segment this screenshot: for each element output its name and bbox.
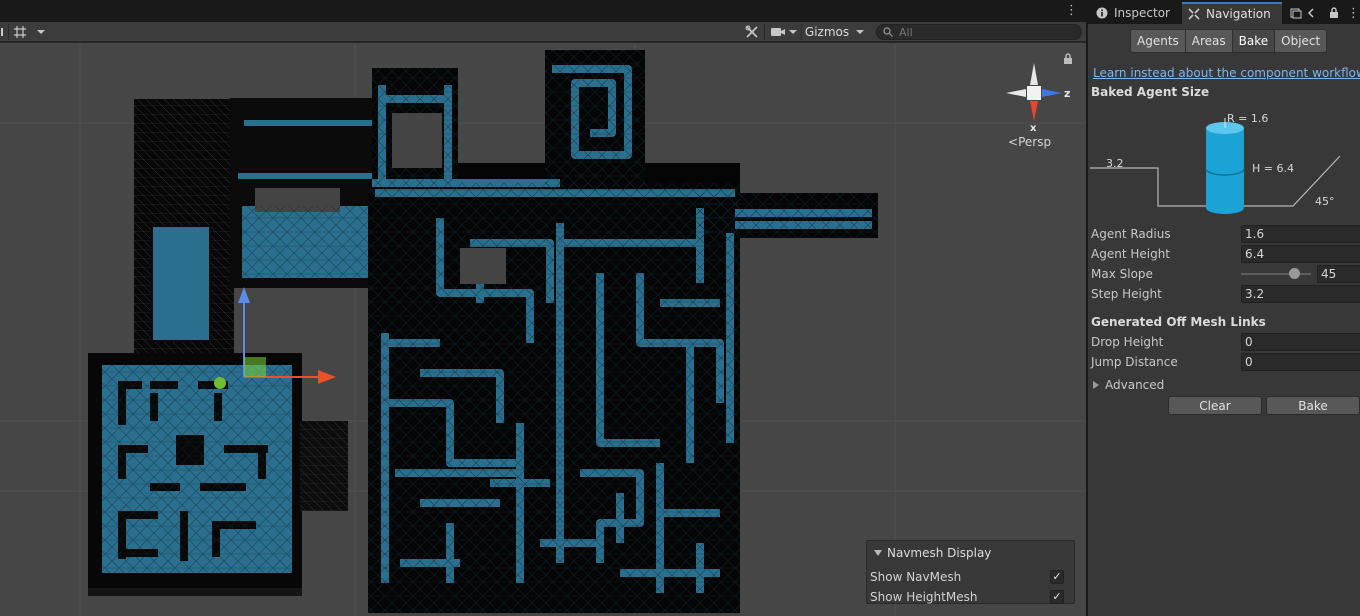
scene-search-input[interactable] bbox=[899, 25, 1069, 39]
navigation-icon bbox=[1188, 8, 1200, 20]
navmesh-scene bbox=[0, 43, 1086, 616]
show-navmesh-row[interactable]: Show NavMesh ✓ bbox=[870, 568, 1070, 586]
toolbar-divider bbox=[801, 24, 802, 40]
baked-agent-size-title: Baked Agent Size bbox=[1091, 85, 1210, 99]
search-icon bbox=[883, 27, 893, 37]
gizmos-label: Gizmos bbox=[804, 25, 850, 39]
show-navmesh-label: Show NavMesh bbox=[870, 570, 962, 584]
navmesh-triangles bbox=[242, 206, 368, 278]
tab-overflow-icon[interactable] bbox=[1288, 2, 1302, 24]
navmesh-display-header[interactable]: Navmesh Display bbox=[873, 546, 991, 560]
max-slope-field[interactable] bbox=[1317, 265, 1360, 283]
z-axis-label: z bbox=[1064, 87, 1070, 100]
scene-toolbar: Gizmos bbox=[0, 22, 1086, 42]
jump-distance-input[interactable] bbox=[1242, 354, 1360, 370]
max-slope-label: 45° bbox=[1315, 195, 1335, 208]
tab-inspector[interactable]: Inspector bbox=[1090, 2, 1180, 24]
navmesh-triangles bbox=[102, 365, 292, 573]
agent-height-input[interactable] bbox=[1242, 246, 1360, 262]
panel-tab-strip: Inspector Navigation ⋮ bbox=[1088, 0, 1360, 24]
agent-radius-label-text: Agent Radius bbox=[1091, 227, 1171, 241]
gizmos-dropdown-chevron-icon[interactable] bbox=[852, 22, 868, 42]
mode-areas-button[interactable]: Areas bbox=[1184, 29, 1233, 53]
toolbar-divider bbox=[8, 24, 9, 40]
x-axis-label: x bbox=[1030, 123, 1037, 134]
camera-dropdown-chevron-icon[interactable] bbox=[786, 22, 800, 42]
agent-height-label-text: Agent Height bbox=[1091, 247, 1171, 261]
chevron-left-icon: < bbox=[1008, 135, 1019, 149]
toolbar-edge-icon[interactable] bbox=[0, 22, 6, 42]
drop-height-input[interactable] bbox=[1242, 334, 1360, 350]
step-height-input[interactable] bbox=[1242, 286, 1360, 302]
step-height-label-text: Step Height bbox=[1091, 287, 1162, 301]
show-heightmesh-label: Show HeightMesh bbox=[870, 590, 978, 604]
navmesh-display-overlay: Navmesh Display Show NavMesh ✓ Show Heig… bbox=[866, 540, 1075, 604]
camera-icon[interactable] bbox=[768, 22, 788, 42]
baked-agent-diagram: R = 1.6 H = 6.4 3.2 45° bbox=[1090, 112, 1341, 214]
step-height-field[interactable] bbox=[1241, 285, 1360, 303]
bake-button[interactable]: Bake bbox=[1266, 396, 1360, 415]
perspective-toggle[interactable]: <Persp bbox=[1008, 135, 1051, 149]
tab-scroll-left-icon[interactable] bbox=[1304, 2, 1318, 24]
scene-tab-strip: ⋮ bbox=[0, 0, 1086, 22]
show-heightmesh-checkbox[interactable]: ✓ bbox=[1050, 590, 1064, 604]
panel-menu-icon[interactable]: ⋮ bbox=[1343, 2, 1360, 24]
agent-height-field[interactable] bbox=[1241, 245, 1360, 263]
navmesh-display-title: Navmesh Display bbox=[887, 546, 992, 560]
gizmos-button[interactable]: Gizmos bbox=[803, 22, 851, 42]
component-workflow-link[interactable]: Learn instead about the component workfl… bbox=[1093, 66, 1360, 80]
jump-distance-field[interactable] bbox=[1241, 353, 1360, 371]
step-height-label: 3.2 bbox=[1106, 157, 1124, 170]
toolbar-divider bbox=[764, 24, 765, 40]
tab-navigation-label: Navigation bbox=[1206, 7, 1271, 21]
clear-button[interactable]: Clear bbox=[1168, 396, 1262, 415]
drop-height-field[interactable] bbox=[1241, 333, 1360, 351]
mode-bake-button[interactable]: Bake bbox=[1231, 29, 1276, 53]
jump-distance-label-text: Jump Distance bbox=[1091, 355, 1178, 369]
tab-inspector-label: Inspector bbox=[1114, 6, 1170, 20]
grid-icon[interactable] bbox=[10, 22, 30, 42]
agent-radius-field[interactable] bbox=[1241, 225, 1360, 243]
tools-icon[interactable] bbox=[742, 22, 762, 42]
more-options-icon[interactable]: ⋮ bbox=[1065, 3, 1078, 18]
off-mesh-links-title: Generated Off Mesh Links bbox=[1091, 315, 1266, 329]
foldout-expanded-icon bbox=[874, 550, 882, 556]
persp-label: Persp bbox=[1018, 135, 1052, 149]
orientation-gizmo[interactable]: z x bbox=[1000, 59, 1080, 135]
navigation-panel: Inspector Navigation ⋮ Agents Areas Bake… bbox=[1088, 0, 1360, 616]
tab-navigation[interactable]: Navigation bbox=[1182, 2, 1282, 24]
mode-object-button[interactable]: Object bbox=[1274, 29, 1328, 53]
mode-agents-button[interactable]: Agents bbox=[1130, 29, 1186, 53]
drop-height-label-text: Drop Height bbox=[1091, 335, 1164, 349]
agent-height-label: H = 6.4 bbox=[1252, 162, 1294, 175]
grid-dropdown-chevron-icon[interactable] bbox=[32, 22, 50, 42]
advanced-label: Advanced bbox=[1105, 378, 1165, 392]
agent-radius-input[interactable] bbox=[1242, 226, 1360, 242]
navigation-mode-toolbar: Agents Areas Bake Object bbox=[1130, 29, 1328, 53]
scene-viewport[interactable]: z x <Persp Navmesh Display Show NavMesh … bbox=[0, 43, 1086, 616]
max-slope-input[interactable] bbox=[1318, 266, 1360, 282]
advanced-foldout[interactable]: Advanced bbox=[1091, 378, 1164, 392]
show-navmesh-checkbox[interactable]: ✓ bbox=[1050, 570, 1064, 584]
max-slope-slider-thumb[interactable] bbox=[1288, 268, 1300, 279]
show-heightmesh-row[interactable]: Show HeightMesh ✓ bbox=[870, 588, 1070, 606]
info-icon bbox=[1096, 7, 1108, 19]
agent-radius-label: R = 1.6 bbox=[1227, 112, 1268, 125]
panel-lock-icon[interactable] bbox=[1326, 2, 1340, 24]
scene-search-box[interactable] bbox=[876, 24, 1082, 40]
foldout-collapsed-icon bbox=[1093, 381, 1099, 389]
max-slope-label-text: Max Slope bbox=[1091, 267, 1153, 281]
max-slope-slider[interactable] bbox=[1241, 268, 1311, 279]
